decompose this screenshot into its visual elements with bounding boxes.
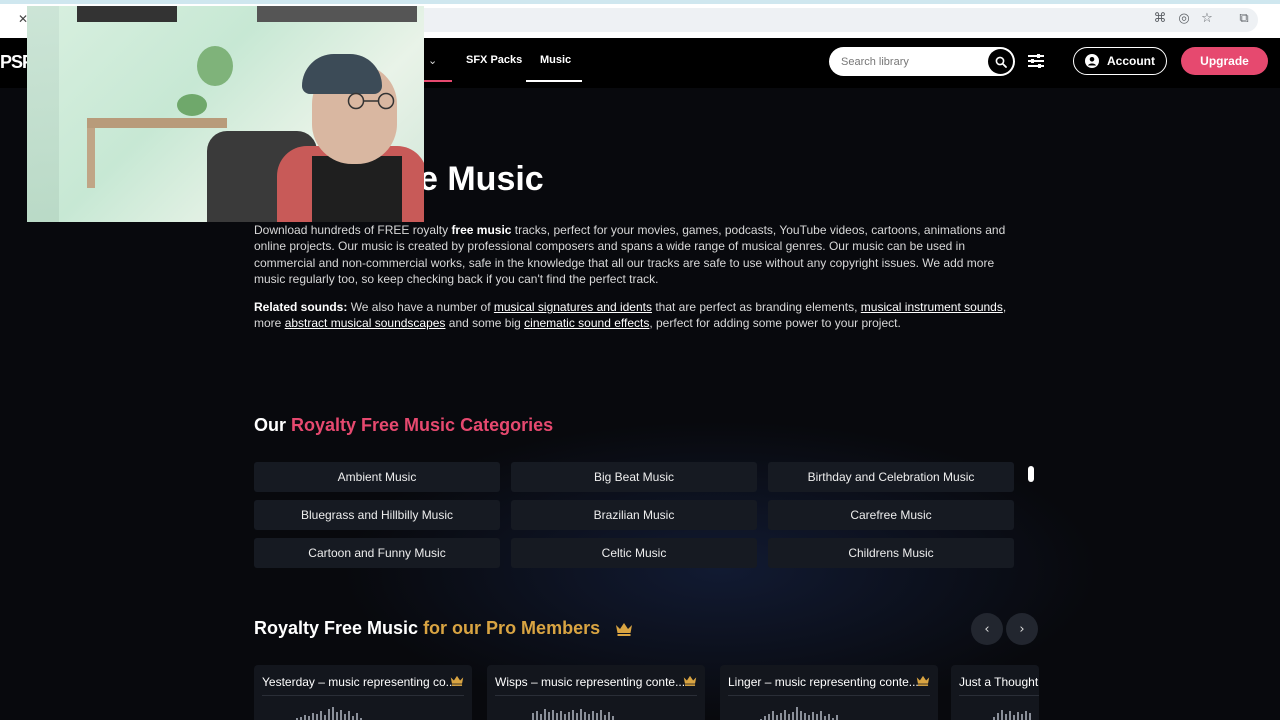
crown-icon	[616, 623, 633, 637]
card-divider	[959, 695, 1039, 696]
link-musical-signatures[interactable]: musical signatures and idents	[494, 300, 652, 314]
crown-icon	[450, 675, 464, 686]
track-title[interactable]: Yesterday – music representing co...	[262, 675, 456, 689]
nav-underline	[424, 80, 452, 82]
track-title[interactable]: Linger – music representing conte...	[728, 675, 919, 689]
link-abstract-soundscapes[interactable]: abstract musical soundscapes	[285, 316, 446, 330]
crown-icon	[916, 675, 930, 686]
carousel-next-button[interactable]: ›	[1006, 613, 1038, 645]
categories-heading: Our Royalty Free Music Categories	[254, 415, 554, 435]
search-icon	[995, 56, 1007, 68]
nav-active-indicator	[526, 80, 582, 82]
user-icon	[1085, 54, 1099, 68]
link-instrument-sounds[interactable]: musical instrument sounds	[861, 300, 1003, 314]
track-card[interactable]: Linger – music representing conte...	[720, 665, 938, 720]
track-card[interactable]: Yesterday – music representing co...	[254, 665, 472, 720]
pro-heading: Royalty Free Music for our Pro Members	[254, 618, 633, 639]
category-button[interactable]: Brazilian Music	[511, 500, 757, 530]
waveform[interactable]	[532, 703, 614, 720]
webcam-overlay	[27, 6, 424, 222]
filter-sliders-icon[interactable]	[1027, 53, 1045, 69]
account-label: Account	[1107, 54, 1155, 68]
related-sounds-paragraph: Related sounds: We also have a number of…	[254, 300, 1007, 331]
card-divider	[262, 695, 464, 696]
nav-sfx-packs[interactable]: SFX Packs	[466, 54, 522, 66]
search-button[interactable]	[988, 49, 1013, 74]
chevron-down-icon[interactable]: ⌄	[428, 54, 437, 67]
category-button[interactable]: Ambient Music	[254, 462, 500, 492]
waveform[interactable]	[292, 703, 362, 720]
card-divider	[495, 695, 697, 696]
category-button[interactable]: Bluegrass and Hillbilly Music	[254, 500, 500, 530]
category-button[interactable]: Carefree Music	[768, 500, 1014, 530]
track-title[interactable]: Wisps – music representing conte...	[495, 675, 685, 689]
page-title: e Music	[419, 160, 544, 198]
category-scrollbar[interactable]	[1028, 466, 1034, 482]
tab-strip	[0, 0, 1280, 4]
category-button[interactable]: Big Beat Music	[511, 462, 757, 492]
track-title[interactable]: Just a Thought	[959, 675, 1038, 689]
carousel-prev-button[interactable]: ‹	[971, 613, 1003, 645]
category-button[interactable]: Celtic Music	[511, 538, 757, 568]
upgrade-button[interactable]: Upgrade	[1181, 47, 1268, 75]
search-box	[829, 47, 1015, 76]
translate-icon[interactable]: ⌘	[1153, 12, 1167, 26]
category-button[interactable]: Birthday and Celebration Music	[768, 462, 1014, 492]
track-card[interactable]: Just a Thought	[951, 665, 1039, 720]
track-card[interactable]: Wisps – music representing conte...	[487, 665, 705, 720]
intro-paragraph: Download hundreds of FREE royalty free m…	[254, 223, 1006, 287]
waveform[interactable]	[760, 703, 838, 720]
link-cinematic-sfx[interactable]: cinematic sound effects	[524, 316, 649, 330]
account-button[interactable]: Account	[1073, 47, 1167, 75]
eye-off-icon[interactable]: ◎	[1177, 12, 1191, 26]
waveform[interactable]	[993, 703, 1031, 720]
card-divider	[728, 695, 930, 696]
crown-icon	[683, 675, 697, 686]
category-button[interactable]: Cartoon and Funny Music	[254, 538, 500, 568]
search-input[interactable]	[841, 53, 986, 70]
extensions-icon[interactable]: ⧉	[1237, 12, 1251, 26]
nav-music[interactable]: Music	[540, 54, 571, 66]
category-button[interactable]: Childrens Music	[768, 538, 1014, 568]
star-icon[interactable]: ☆	[1200, 12, 1214, 26]
glasses-icon	[347, 92, 395, 110]
